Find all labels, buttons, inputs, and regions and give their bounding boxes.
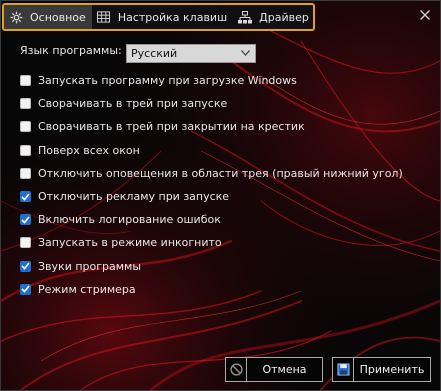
tab-general-label: Основное [30, 10, 86, 24]
option-label: Сворачивать в трей при запуске [38, 97, 228, 111]
keyboard-icon [97, 10, 111, 24]
cancel-icon [226, 358, 247, 381]
option-label: Звуки программы [38, 259, 142, 273]
option-row[interactable]: Поверх всех окон [20, 139, 403, 162]
language-label: Язык программы: [20, 44, 122, 57]
checkbox[interactable] [20, 167, 31, 179]
checkbox-checked[interactable] [20, 214, 31, 226]
option-label: Сворачивать в трей при закрытии на крест… [38, 120, 305, 134]
checkbox[interactable] [20, 75, 31, 87]
tab-hotkeys[interactable]: Настройка клавиш [92, 5, 233, 29]
option-row[interactable]: Режим стримера [20, 278, 403, 301]
language-select[interactable]: Русский [126, 44, 256, 63]
save-icon [333, 358, 354, 381]
option-row[interactable]: Звуки программы [20, 255, 403, 278]
settings-window: Основное Настройка клавиш Драйвер Язык п… [0, 0, 441, 391]
checkmark-icon [21, 216, 30, 224]
option-row[interactable]: Отключить оповещения в области трея (пра… [20, 162, 403, 185]
option-label: Включить логирование ошибок [38, 213, 221, 227]
checkmark-icon [21, 262, 30, 270]
option-label: Запускать в режиме инкогнито [38, 236, 222, 250]
close-button[interactable] [416, 6, 434, 24]
option-row[interactable]: Отключить рекламу при запуске [20, 185, 403, 208]
cancel-button[interactable]: Отмена [225, 357, 323, 382]
tab-hotkeys-label: Настройка клавиш [117, 10, 228, 24]
checkbox[interactable] [20, 237, 31, 249]
chevron-down-icon [241, 50, 250, 56]
checkbox-checked[interactable] [20, 260, 31, 272]
option-label: Запускать программу при загрузке Windows [38, 74, 297, 88]
option-label: Отключить оповещения в области трея (пра… [38, 166, 403, 180]
checkmark-icon [21, 285, 30, 293]
option-row[interactable]: Запускать в режиме инкогнито [20, 231, 403, 254]
network-icon [238, 10, 253, 24]
tab-general[interactable]: Основное [4, 5, 92, 29]
checkbox[interactable] [20, 98, 31, 110]
option-row[interactable]: Сворачивать в трей при запуске [20, 92, 403, 115]
cancel-label: Отмена [262, 363, 307, 376]
apply-label: Применить [359, 363, 425, 376]
close-icon [420, 10, 430, 20]
option-label: Режим стримера [38, 282, 136, 296]
option-row[interactable]: Запускать программу при загрузке Windows [20, 69, 403, 92]
option-row[interactable]: Включить логирование ошибок [20, 208, 403, 231]
checkbox-checked[interactable] [20, 283, 31, 295]
option-row[interactable]: Сворачивать в трей при закрытии на крест… [20, 115, 403, 138]
language-select-value: Русский [131, 47, 178, 60]
gear-icon [9, 10, 23, 24]
tab-bar: Основное Настройка клавиш Драйвер [2, 3, 315, 31]
option-label: Поверх всех окон [38, 143, 140, 157]
checkbox[interactable] [20, 144, 31, 156]
checkbox[interactable] [20, 121, 31, 133]
tab-driver[interactable]: Драйвер [233, 5, 315, 29]
options-list: Запускать программу при загрузке Windows… [20, 69, 403, 301]
language-row: Язык программы: [20, 44, 125, 57]
checkmark-icon [21, 193, 30, 201]
option-label: Отключить рекламу при запуске [38, 190, 230, 204]
apply-button[interactable]: Применить [332, 357, 431, 382]
checkbox-checked[interactable] [20, 191, 31, 203]
tab-driver-label: Драйвер [259, 10, 309, 24]
